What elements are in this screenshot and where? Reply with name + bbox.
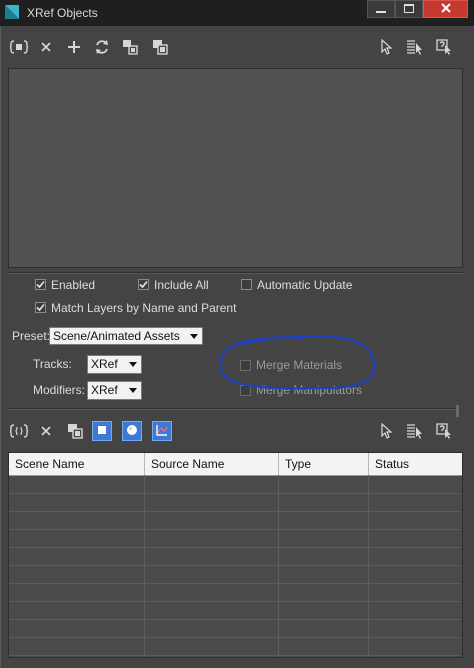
tracks-value: XRef xyxy=(91,357,118,371)
splitter-handle[interactable] xyxy=(456,405,459,417)
minimize-button[interactable] xyxy=(367,0,395,18)
column-header-status[interactable]: Status xyxy=(369,453,462,475)
select-by-name-icon[interactable] xyxy=(405,37,425,57)
enabled-label: Enabled xyxy=(51,278,96,292)
modifiers-value: XRef xyxy=(91,383,118,397)
view-controllers-toggle[interactable] xyxy=(152,421,172,441)
table-row[interactable] xyxy=(9,638,462,656)
table-row[interactable] xyxy=(9,476,462,494)
tracks-label: Tracks: xyxy=(33,357,72,371)
divider xyxy=(8,272,463,274)
table-row[interactable] xyxy=(9,530,462,548)
table-row[interactable] xyxy=(9,548,462,566)
remove-icon[interactable] xyxy=(36,421,56,441)
convert-selected-icon[interactable] xyxy=(120,37,140,57)
view-objects-icon xyxy=(97,424,107,438)
view-materials-toggle[interactable] xyxy=(122,421,142,441)
automatic-update-label: Automatic Update xyxy=(257,278,353,292)
chevron-down-icon xyxy=(129,362,137,367)
automatic-update-checkbox[interactable] xyxy=(241,279,252,290)
table-row[interactable] xyxy=(9,494,462,512)
add-icon[interactable] xyxy=(64,37,84,57)
select-by-name-icon[interactable] xyxy=(405,421,425,441)
column-header-scene-name[interactable]: Scene Name xyxy=(9,453,145,475)
title-bar[interactable]: XRef Objects xyxy=(0,0,474,27)
include-all-label: Include All xyxy=(154,278,209,292)
include-all-checkbox[interactable] xyxy=(138,279,149,290)
annotation-circle xyxy=(219,334,376,390)
xref-objects-list[interactable] xyxy=(8,68,463,268)
remove-icon[interactable] xyxy=(36,37,56,57)
maximize-button[interactable] xyxy=(395,0,423,18)
view-materials-icon xyxy=(126,424,138,439)
select-icon[interactable] xyxy=(376,37,396,57)
column-header-source-name[interactable]: Source Name xyxy=(145,453,279,475)
enabled-checkbox[interactable] xyxy=(35,279,46,290)
app-logo-icon xyxy=(5,5,19,19)
view-controllers-icon xyxy=(156,424,168,439)
tracks-dropdown[interactable]: XRef xyxy=(87,355,142,374)
close-icon xyxy=(440,2,451,16)
match-layers-checkbox[interactable] xyxy=(35,302,46,313)
add-xref-object-icon[interactable] xyxy=(9,37,29,57)
preset-label: Preset: xyxy=(12,329,51,343)
table-row[interactable] xyxy=(9,584,462,602)
modifiers-label: Modifiers: xyxy=(33,383,86,397)
table-row[interactable] xyxy=(9,602,462,620)
preset-dropdown[interactable]: Scene/Animated Assets xyxy=(49,327,203,345)
table-row[interactable] xyxy=(9,620,462,638)
minimize-icon xyxy=(376,2,386,16)
merge-icon[interactable] xyxy=(65,421,85,441)
table-row[interactable] xyxy=(9,566,462,584)
maximize-icon xyxy=(404,2,414,16)
highlight-selected-icon[interactable] xyxy=(434,37,454,57)
window-title: XRef Objects xyxy=(27,6,98,20)
preset-value: Scene/Animated Assets xyxy=(53,329,180,343)
table-row[interactable] xyxy=(9,512,462,530)
select-icon[interactable] xyxy=(376,421,396,441)
table-header: Scene Name Source Name Type Status xyxy=(9,453,462,476)
chevron-down-icon xyxy=(190,334,198,339)
refresh-icon[interactable] xyxy=(92,37,112,57)
divider xyxy=(8,408,456,410)
highlight-selected-icon[interactable] xyxy=(434,421,454,441)
modifiers-dropdown[interactable]: XRef xyxy=(87,381,142,400)
add-xref-entity-icon[interactable] xyxy=(9,421,29,441)
chevron-down-icon xyxy=(129,388,137,393)
merge-in-scene-icon[interactable] xyxy=(150,37,170,57)
close-button[interactable] xyxy=(423,0,468,18)
match-layers-label: Match Layers by Name and Parent xyxy=(51,301,237,315)
xref-entities-table[interactable]: Scene Name Source Name Type Status xyxy=(8,452,463,658)
column-header-type[interactable]: Type xyxy=(279,453,369,475)
view-objects-toggle[interactable] xyxy=(92,421,112,441)
